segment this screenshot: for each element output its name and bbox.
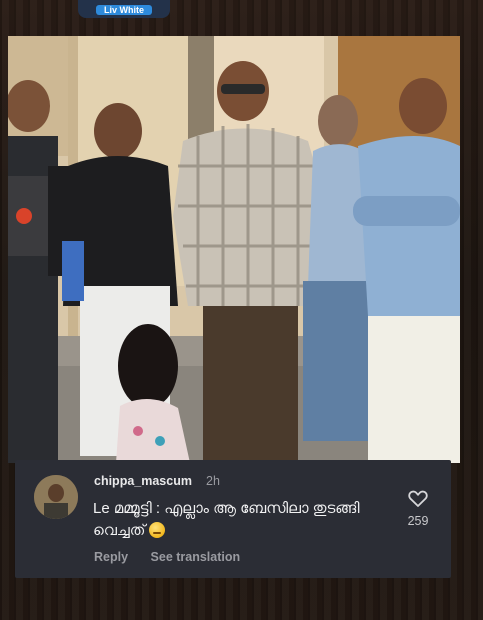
comment-text-content: Le മമ്മൂട്ടി : എല്ലാം ആ ബേസിലാ തുടങ്ങി വ…: [93, 500, 360, 539]
face-emoji-icon: [149, 522, 166, 538]
comment-time: 2h: [206, 474, 220, 488]
reply-button[interactable]: Reply: [94, 550, 128, 564]
post-photo[interactable]: [8, 36, 460, 463]
comment-actions: Reply See translation: [94, 550, 259, 564]
like-count: 259: [407, 514, 429, 528]
see-translation-button[interactable]: See translation: [151, 550, 241, 564]
avatar[interactable]: [34, 475, 78, 519]
heart-icon: [408, 490, 428, 507]
group-photo-illustration: [8, 36, 460, 463]
comment-panel: chippa_mascum 2h Le മമ്മൂട്ടി : എല്ലാം ആ…: [15, 460, 451, 578]
comment-text: Le മമ്മൂട്ടി : എല്ലാം ആ ബേസിലാ തുടങ്ങി വ…: [93, 498, 383, 542]
like-button[interactable]: 259: [403, 490, 433, 528]
comment-username[interactable]: chippa_mascum: [94, 474, 192, 488]
top-badge-label: Liv White: [96, 5, 152, 15]
top-badge[interactable]: Liv White: [78, 0, 170, 18]
